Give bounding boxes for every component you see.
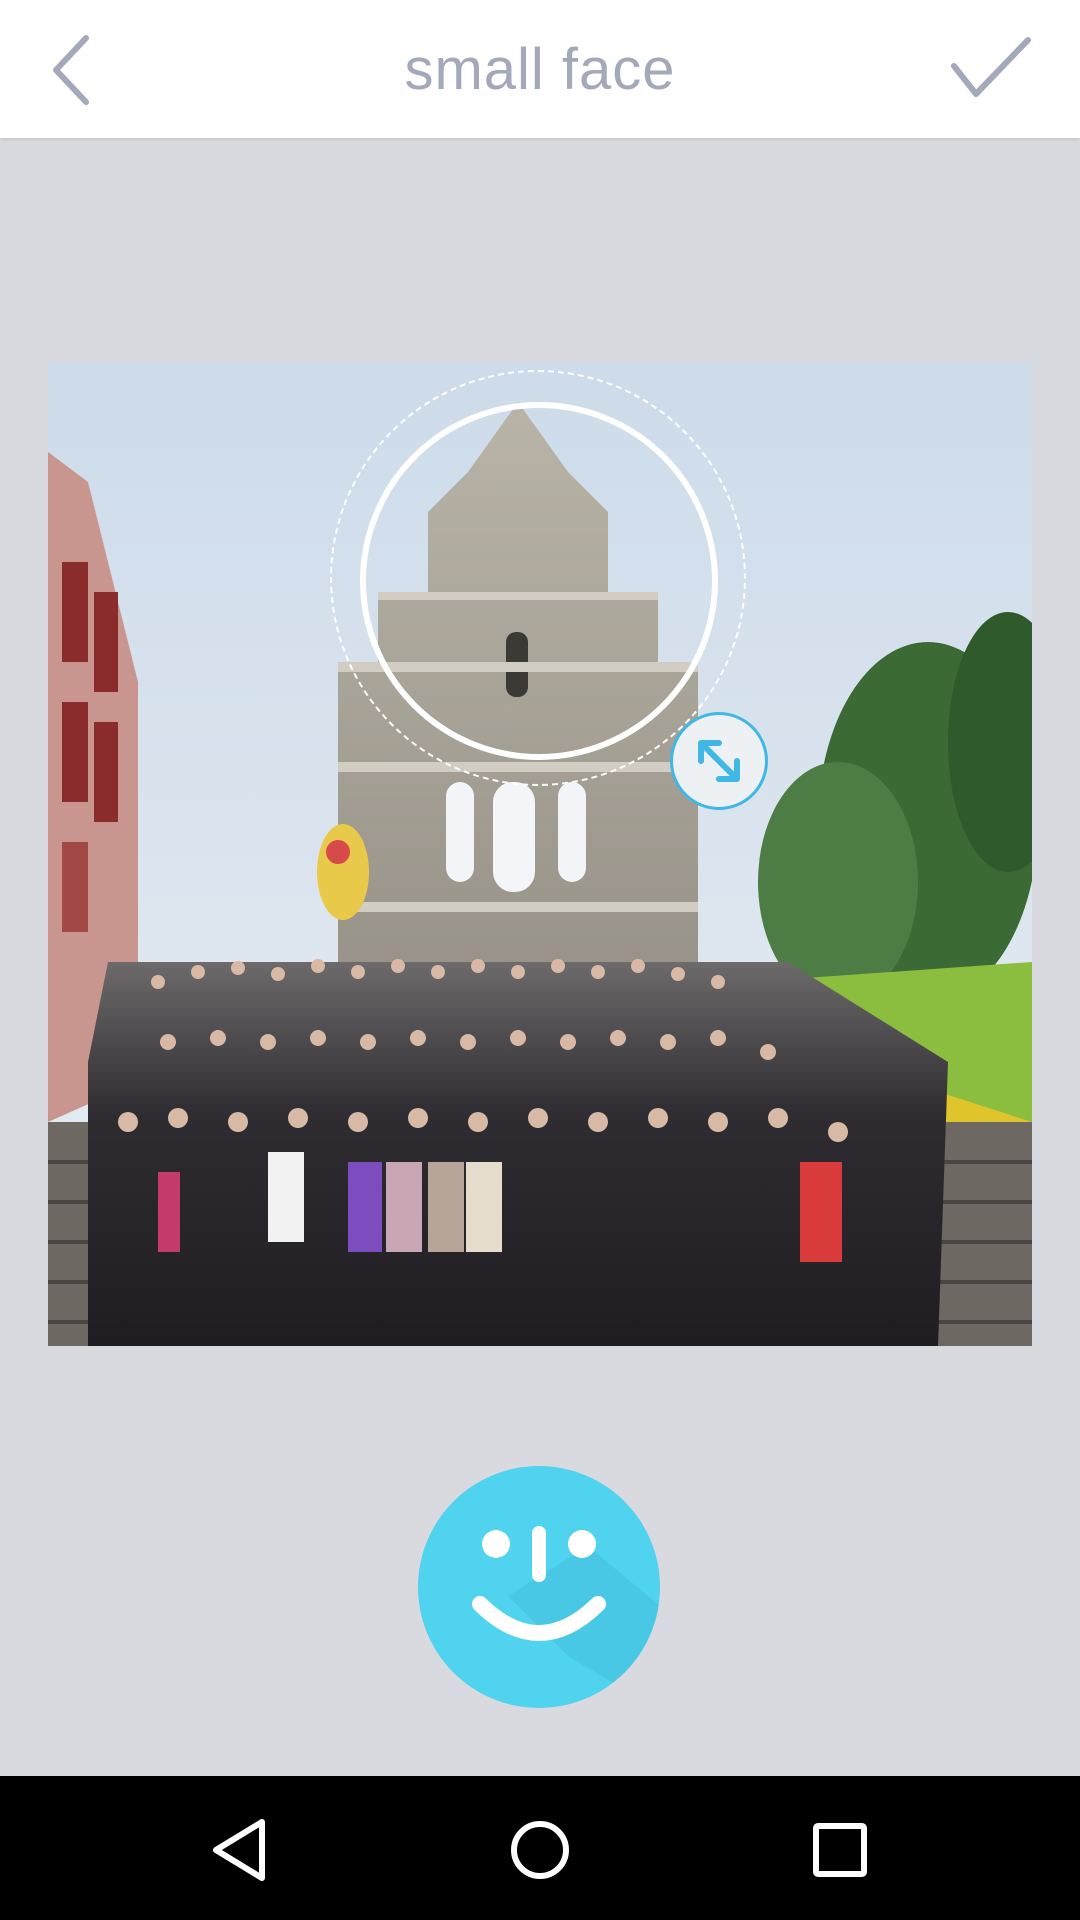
photo-canvas[interactable]	[48, 362, 1032, 1346]
selection-resize-handle[interactable]	[670, 712, 768, 810]
face-selection-circle[interactable]	[360, 402, 718, 760]
nav-recents-icon	[813, 1823, 867, 1877]
smile-button[interactable]	[418, 1466, 660, 1708]
nav-back-icon	[213, 1819, 265, 1881]
top-bar: small face	[0, 0, 1080, 138]
page-title: small face	[404, 37, 676, 102]
checkmark-icon	[951, 37, 1031, 97]
nav-home-icon	[511, 1821, 569, 1879]
confirm-button[interactable]	[946, 28, 1036, 108]
nav-recents-button[interactable]	[800, 1810, 880, 1890]
resize-diagonal-icon	[698, 740, 740, 782]
nav-home-button[interactable]	[500, 1810, 580, 1890]
system-navigation-bar	[0, 1776, 1080, 1920]
smiley-face-icon	[472, 1526, 660, 1708]
small-face-editor: small face	[0, 0, 1080, 1920]
nav-back-button[interactable]	[200, 1810, 280, 1890]
